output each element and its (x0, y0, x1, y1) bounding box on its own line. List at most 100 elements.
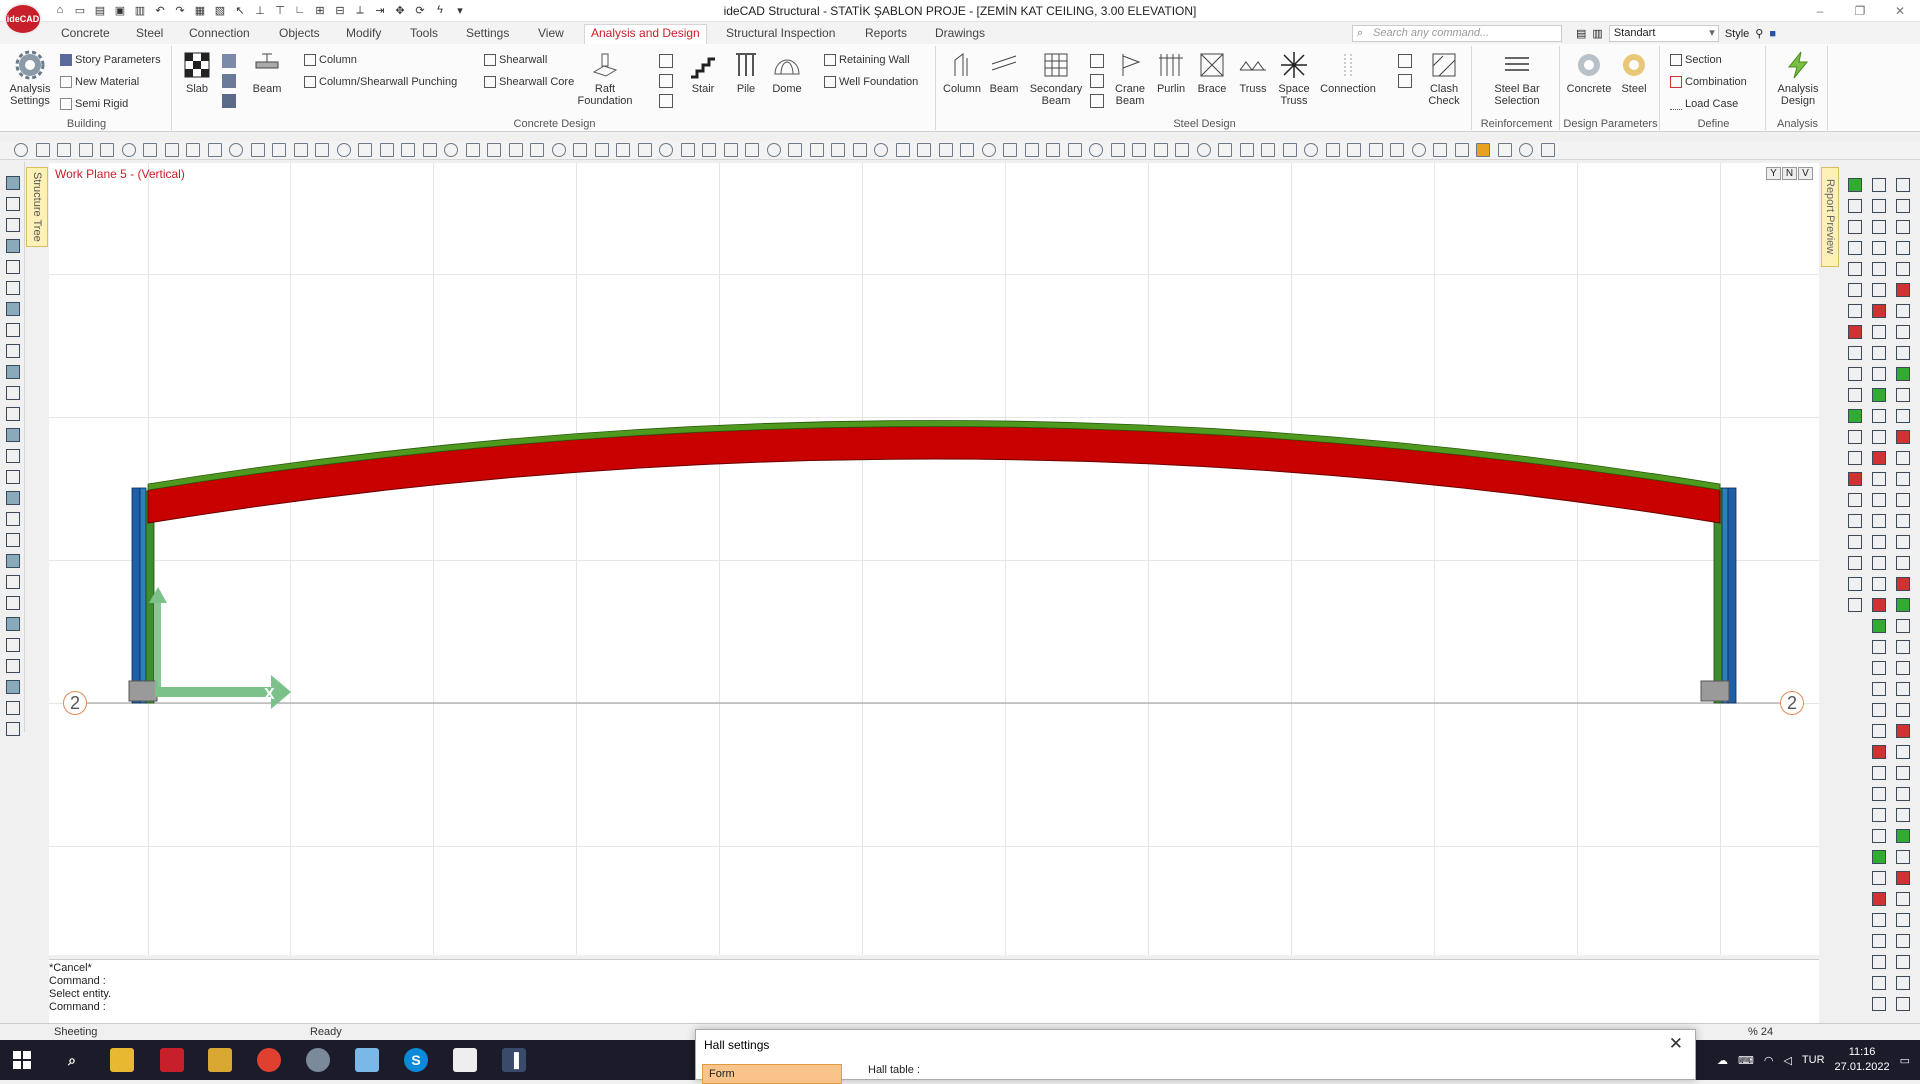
right-tool-icon[interactable] (1848, 388, 1862, 402)
steel-tool-icon[interactable] (1090, 74, 1104, 88)
analysis-design-button[interactable]: Analysis Design (1772, 50, 1824, 107)
right-tool-icon[interactable] (1896, 577, 1910, 591)
drawing-tool-icon[interactable] (336, 143, 351, 157)
steel-bar-selection-button[interactable]: Steel Bar Selection (1486, 50, 1548, 107)
notes-icon[interactable] (208, 1048, 232, 1072)
foundation-tool-icon[interactable] (659, 54, 673, 68)
secondary-beam-button[interactable]: Secondary Beam (1029, 50, 1083, 107)
drawing-tool-icon[interactable] (100, 143, 114, 157)
style-dropdown[interactable]: Standart ▾ (1608, 25, 1719, 42)
drawing-canvas[interactable]: Work Plane 5 - (Vertical) Y N V X 2 2 (49, 163, 1819, 955)
right-tool-icon[interactable] (1848, 409, 1862, 423)
drawing-tool-icon[interactable] (981, 143, 996, 157)
tab-objects[interactable]: Objects (273, 26, 326, 44)
section-button[interactable]: Section (1670, 54, 1722, 66)
right-tool-icon[interactable] (1872, 598, 1886, 612)
tab-settings[interactable]: Settings (460, 26, 515, 44)
volume-icon[interactable]: ◁ (1783, 1054, 1791, 1067)
tab-structural-inspection[interactable]: Structural Inspection (720, 26, 841, 44)
drawing-tool-icon[interactable] (444, 143, 458, 157)
drawing-tool-icon[interactable] (1368, 143, 1383, 157)
steel-params-button[interactable]: Steel (1614, 50, 1654, 95)
measure-icon[interactable]: ⊞ (312, 2, 328, 18)
left-tool-icon[interactable] (6, 176, 20, 190)
right-tool-icon[interactable] (1896, 220, 1910, 234)
drawing-tool-icon[interactable] (895, 143, 910, 157)
right-tool-icon[interactable] (1872, 451, 1886, 465)
right-tool-icon[interactable] (1848, 199, 1862, 213)
left-tool-icon[interactable] (6, 512, 20, 526)
drawing-tool-icon[interactable] (874, 143, 888, 157)
drawing-tool-icon[interactable] (379, 143, 394, 157)
drawing-tool-icon[interactable] (788, 143, 802, 157)
drawing-tool-icon[interactable] (1067, 143, 1082, 157)
right-tool-icon[interactable] (1872, 745, 1886, 759)
right-tool-icon[interactable] (1872, 829, 1886, 843)
right-tool-icon[interactable] (1896, 829, 1910, 843)
right-tool-icon[interactable] (1872, 367, 1886, 381)
search-icon[interactable]: ⌕ (60, 1048, 84, 1072)
drawing-tool-icon[interactable] (573, 143, 587, 157)
open-folder-icon[interactable]: ▤ (92, 2, 108, 18)
drawing-tool-icon[interactable] (1304, 143, 1318, 157)
cloud-icon[interactable]: ☁ (1717, 1054, 1728, 1067)
right-tool-icon[interactable] (1872, 283, 1886, 297)
right-tool-icon[interactable] (1896, 724, 1910, 738)
right-tool-icon[interactable] (1872, 304, 1886, 318)
right-tool-icon[interactable] (1872, 850, 1886, 864)
left-tool-icon[interactable] (6, 491, 20, 505)
right-tool-icon[interactable] (1848, 325, 1862, 339)
drawing-tool-icon[interactable] (1454, 143, 1469, 157)
right-tool-icon[interactable] (1872, 997, 1886, 1011)
space-truss-button[interactable]: Space Truss (1274, 50, 1314, 107)
drawing-tool-icon[interactable] (745, 143, 759, 157)
drawing-tool-icon[interactable] (1175, 143, 1189, 157)
keyboard-icon[interactable]: ⌨ (1738, 1054, 1754, 1067)
right-tool-icon[interactable] (1872, 346, 1886, 360)
right-tool-icon[interactable] (1896, 850, 1910, 864)
right-tool-icon[interactable] (1848, 241, 1862, 255)
drawing-tool-icon[interactable] (831, 143, 845, 157)
left-tool-icon[interactable] (6, 302, 20, 316)
drawing-tool-icon[interactable] (960, 143, 974, 157)
right-tool-icon[interactable] (1848, 514, 1862, 528)
steel-tool-icon[interactable] (1090, 94, 1104, 108)
connection-tool-icon[interactable] (1398, 54, 1412, 68)
right-tool-icon[interactable] (1872, 724, 1886, 738)
idecad-app-icon[interactable]: ▐ (502, 1048, 526, 1072)
left-tool-icon[interactable] (6, 659, 20, 673)
drawing-tool-icon[interactable] (530, 143, 544, 157)
shearwall-button[interactable]: Shearwall (484, 54, 547, 66)
drawing-tool-icon[interactable] (1497, 143, 1512, 157)
analysis-settings-button[interactable]: Analysis Settings (8, 50, 52, 107)
right-tool-icon[interactable] (1872, 409, 1886, 423)
right-tool-icon[interactable] (1848, 598, 1862, 612)
left-tool-icon[interactable] (6, 575, 20, 589)
drawing-tool-icon[interactable] (917, 143, 931, 157)
structure-tree-tab[interactable]: Structure Tree (26, 167, 48, 247)
left-tool-icon[interactable] (6, 680, 20, 694)
drawing-tool-icon[interactable] (1110, 143, 1125, 157)
right-tool-icon[interactable] (1872, 934, 1886, 948)
language-indicator[interactable]: TUR (1802, 1054, 1825, 1066)
drawing-tool-icon[interactable] (1218, 143, 1232, 157)
right-tool-icon[interactable] (1872, 514, 1886, 528)
drawing-tool-icon[interactable] (809, 143, 824, 157)
drawing-tool-icon[interactable] (702, 143, 716, 157)
pdf-reader-icon[interactable] (160, 1048, 184, 1072)
drawing-tool-icon[interactable] (315, 143, 329, 157)
layers2-icon[interactable]: ▥ (1592, 27, 1602, 40)
concrete-params-button[interactable]: Concrete (1566, 50, 1612, 95)
right-tool-icon[interactable] (1872, 535, 1886, 549)
right-tool-icon[interactable] (1896, 388, 1910, 402)
redo-icon[interactable]: ↷ (172, 2, 188, 18)
extend-icon[interactable]: ⇥ (372, 2, 388, 18)
right-tool-icon[interactable] (1896, 682, 1910, 696)
drawing-tool-icon[interactable] (659, 143, 673, 157)
tab-reports[interactable]: Reports (859, 26, 913, 44)
right-tool-icon[interactable] (1872, 493, 1886, 507)
new-material-button[interactable]: New Material (60, 76, 139, 88)
right-tool-icon[interactable] (1872, 808, 1886, 822)
snap-icon[interactable]: ⊥ (252, 2, 268, 18)
trim-icon[interactable]: ⟂ (352, 2, 368, 18)
